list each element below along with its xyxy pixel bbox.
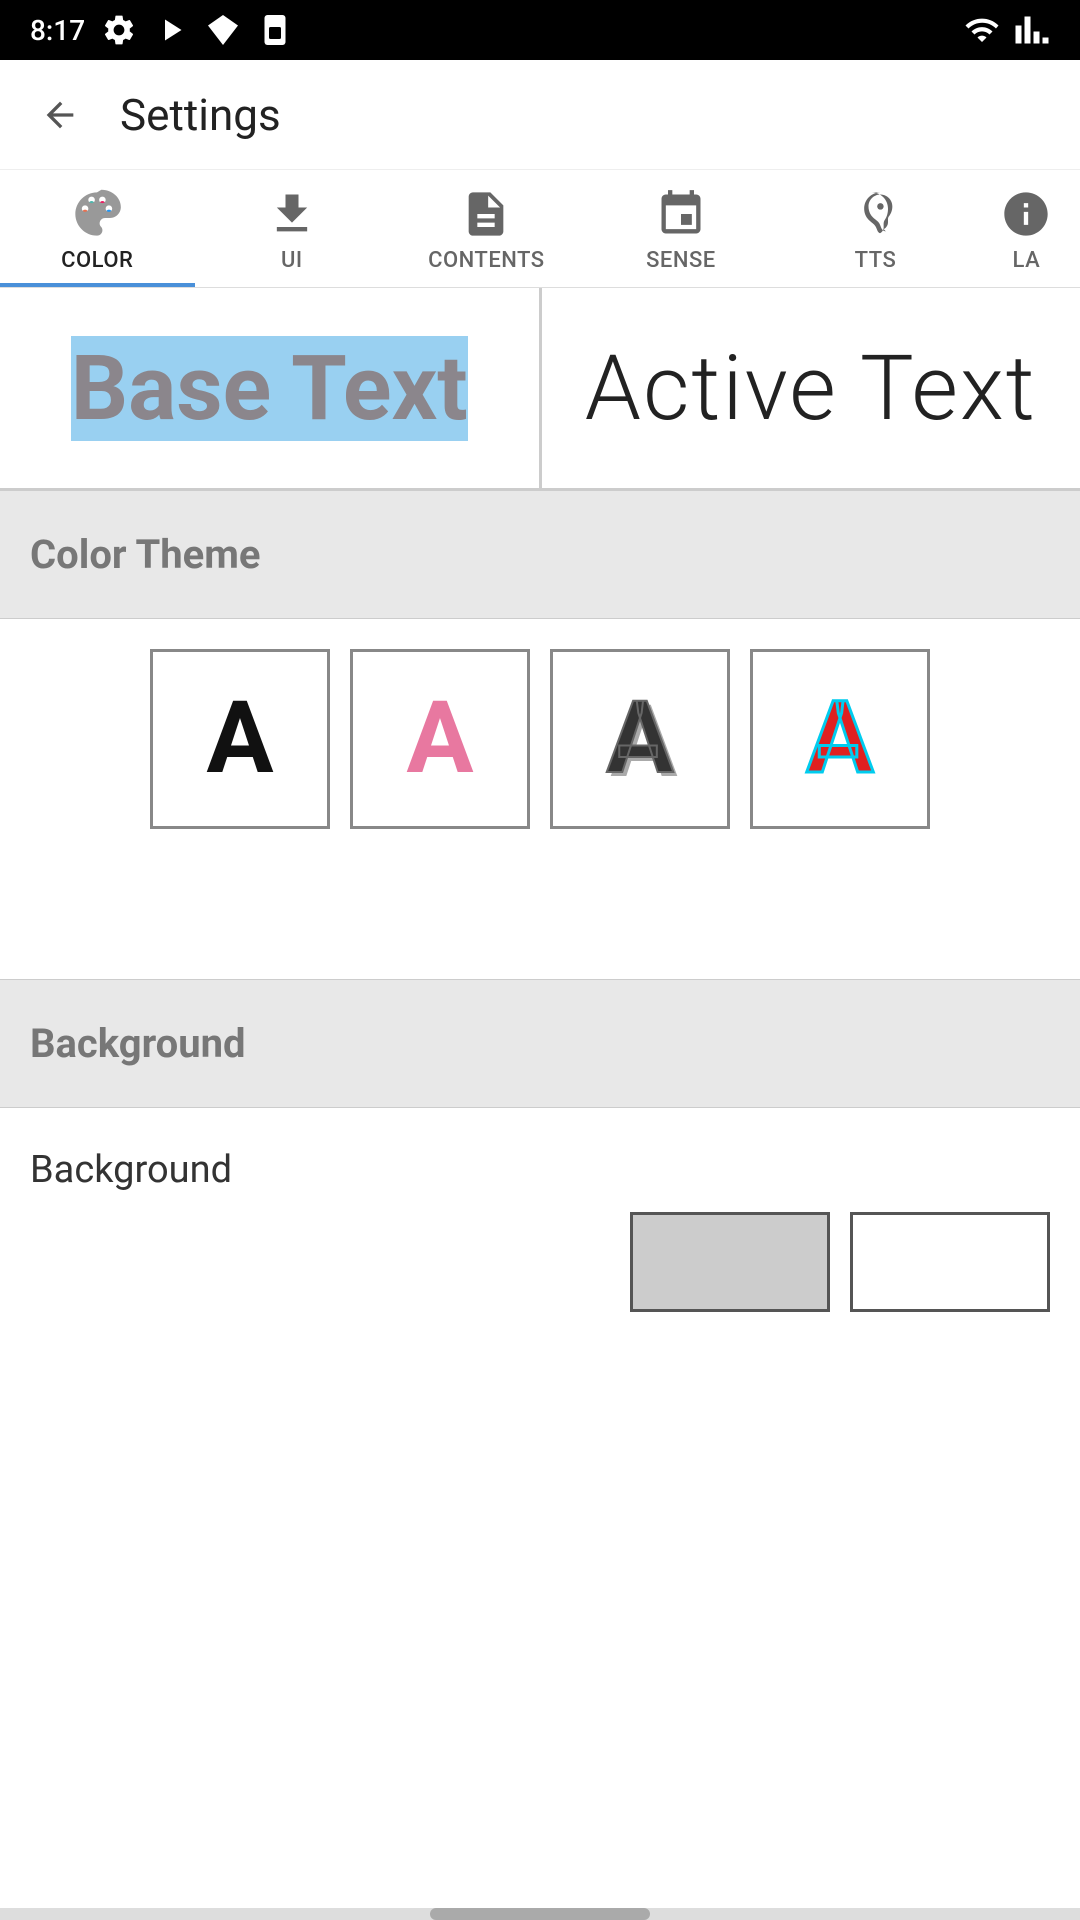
page-title: Settings [120,89,281,141]
background-options [30,1212,1050,1312]
tab-color[interactable]: COLOR [0,170,195,287]
preview-base[interactable]: Base Text [0,288,542,488]
diamond-icon [205,12,241,48]
back-button[interactable] [30,85,90,145]
sense-icon [655,188,707,240]
background-option-gray[interactable] [630,1212,830,1312]
background-section-header: Background [0,979,1080,1108]
theme-option-3[interactable]: A [550,649,730,829]
tab-tts[interactable]: TTS [778,170,973,287]
spacer [0,859,1080,919]
tab-sense-label: SENSE [646,248,716,273]
color-theme-section-header: Color Theme [0,491,1080,619]
signal-icon [1014,12,1050,48]
tab-color-label: COLOR [61,248,133,273]
color-theme-title: Color Theme [30,531,261,578]
status-time: 8:17 [30,14,85,47]
theme-3-letter: A [606,689,673,789]
theme-2-letter: A [406,689,473,789]
theme-4-letter: A [806,689,873,789]
theme-options: A A A A [0,619,1080,859]
scroll-thumb [430,1908,650,1920]
palette-icon [71,188,123,240]
tab-sense[interactable]: SENSE [584,170,779,287]
theme-option-2[interactable]: A [350,649,530,829]
background-option-white[interactable] [850,1212,1050,1312]
theme-1-letter: A [206,689,273,789]
tts-icon [849,188,901,240]
preview-active[interactable]: Active Text [542,288,1080,488]
theme-option-4[interactable]: A [750,649,930,829]
background-section-content: Background [0,1108,1080,1342]
background-title: Background [30,1020,246,1067]
status-left: 8:17 [30,12,293,48]
scroll-bar [0,1908,1080,1920]
settings-icon [101,12,137,48]
tab-la[interactable]: LA [973,170,1080,287]
tab-contents[interactable]: CONTENTS [389,170,584,287]
ui-icon [266,188,318,240]
active-text: Active Text [585,336,1037,441]
sim-icon [257,12,293,48]
base-text-container: Base Text [71,336,468,441]
app-header: Settings [0,60,1080,170]
tab-la-label: LA [1013,248,1041,273]
status-right [962,12,1050,48]
tab-bar: COLOR UI CONTENTS SENSE TTS LA [0,170,1080,288]
tab-ui-label: UI [281,248,303,273]
tab-ui[interactable]: UI [195,170,390,287]
la-icon [1000,188,1052,240]
status-bar: 8:17 [0,0,1080,60]
tab-tts-label: TTS [855,248,897,273]
preview-area: Base Text Active Text [0,288,1080,491]
theme-option-1[interactable]: A [150,649,330,829]
background-label: Background [30,1148,1050,1192]
contents-icon [460,188,512,240]
base-text-highlight [71,336,468,441]
play-icon [153,12,189,48]
tab-contents-label: CONTENTS [428,248,545,273]
wifi-icon [962,12,1002,48]
